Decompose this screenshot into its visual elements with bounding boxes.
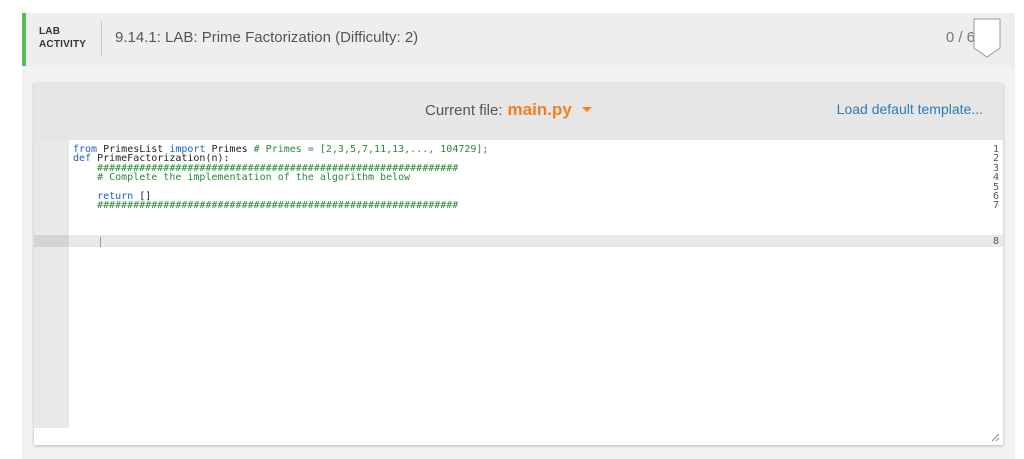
- load-default-template-link[interactable]: Load default template...: [837, 101, 983, 117]
- header-divider: [101, 21, 102, 57]
- active-line-highlight: [69, 235, 1003, 247]
- code-comment: # Primes = [2,3,5,7,11,13,..., 104729];: [253, 144, 489, 155]
- caret-down-icon: [581, 106, 592, 112]
- line-number-gutter: [34, 140, 69, 428]
- code-editor[interactable]: 1 2 3 4 5 6 7 8 from PrimesList import P…: [34, 140, 1003, 445]
- file-bar: Current file: main.py Load default templa…: [34, 83, 1003, 140]
- current-file-name: main.py: [507, 100, 572, 119]
- code-line: # Complete the implementation of the alg…: [73, 172, 411, 184]
- score-text: 0 / 6: [945, 29, 975, 46]
- resize-handle-icon[interactable]: [990, 432, 1000, 442]
- line-number: 7: [992, 200, 999, 212]
- current-file-label: Current file:: [425, 102, 503, 119]
- code-editor-panel: Current file: main.py Load default templa…: [34, 83, 1003, 445]
- current-file-selector[interactable]: Current file: main.py: [425, 100, 592, 120]
- text-cursor: [100, 237, 101, 247]
- lab-tag-line2: ACTIVITY: [39, 39, 87, 50]
- lab-activity-tag: LAB ACTIVITY: [39, 25, 86, 51]
- lab-activity-card: LAB ACTIVITY 9.14.1: LAB: Prime Factoriz…: [22, 13, 1015, 459]
- lab-header: LAB ACTIVITY 9.14.1: LAB: Prime Factoriz…: [22, 13, 1015, 66]
- score-badge-icon: [973, 18, 1001, 58]
- gutter-active-line: [34, 235, 69, 247]
- code-line: ########################################…: [73, 200, 459, 212]
- line-number: 8: [992, 235, 999, 247]
- lab-tag-line1: LAB: [39, 26, 61, 37]
- lab-title: 9.14.1: LAB: Prime Factorization (Diffic…: [115, 29, 419, 46]
